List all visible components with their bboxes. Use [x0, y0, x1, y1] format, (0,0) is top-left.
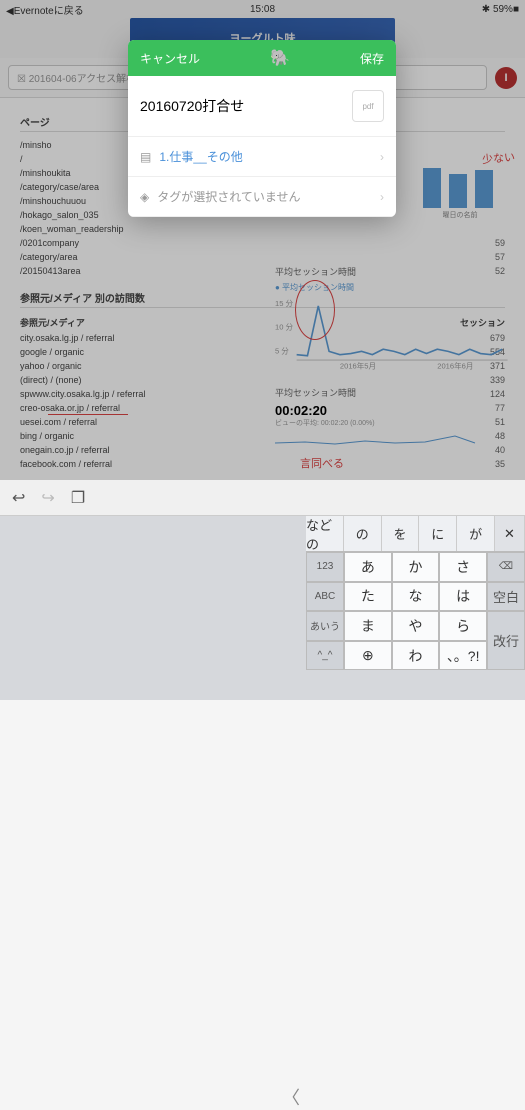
suggestion[interactable]: などの [306, 516, 344, 551]
keyboard-area: ↩ ↪ ❐ 〈 などの の を に が ✕ 123あかさ⌫ ABCたなは空白あいう… [0, 480, 525, 700]
key-kana[interactable]: や [392, 611, 440, 641]
key-kana[interactable]: わ [392, 641, 440, 671]
handwriting-arrow: 〈 [282, 1084, 300, 1110]
tags-placeholder: タグが選択されていません [157, 188, 300, 205]
suggestion[interactable]: を [382, 516, 420, 551]
key-func[interactable]: あいう [306, 611, 344, 641]
close-suggestions[interactable]: ✕ [495, 516, 525, 551]
note-title-row: pdf [128, 76, 396, 137]
key-func[interactable]: 空白 [487, 582, 525, 612]
key-kana[interactable]: 、。?! [439, 641, 487, 671]
redo-button[interactable]: ↪ [41, 488, 54, 508]
copy-button[interactable]: ❐ [71, 488, 85, 508]
suggestion-row: などの の を に が ✕ [306, 516, 525, 552]
key-kana[interactable]: は [439, 582, 487, 612]
chevron-right-icon: › [380, 190, 384, 204]
evernote-icon: 🐘 [270, 48, 290, 68]
notebook-name: 1.仕事__その他 [159, 148, 242, 165]
modal-header: キャンセル 🐘 保存 [128, 40, 396, 76]
key-kana[interactable]: ら [439, 611, 487, 641]
save-modal: キャンセル 🐘 保存 pdf ▤ 1.仕事__その他 › ◈ タグが選択されてい… [128, 40, 396, 217]
key-func[interactable]: 改行 [487, 611, 525, 670]
undo-button[interactable]: ↩ [12, 488, 25, 508]
key-func[interactable]: 123 [306, 552, 344, 582]
cancel-button[interactable]: キャンセル [140, 50, 200, 67]
suggestion[interactable]: の [344, 516, 382, 551]
key-kana[interactable]: か [392, 552, 440, 582]
key-kana[interactable]: な [392, 582, 440, 612]
chevron-right-icon: › [380, 150, 384, 164]
note-title-input[interactable] [140, 98, 352, 114]
save-button[interactable]: 保存 [360, 50, 384, 67]
key-kana[interactable]: た [344, 582, 392, 612]
suggestion[interactable]: が [457, 516, 495, 551]
key-func[interactable]: ^_^ [306, 641, 344, 671]
key-kana[interactable]: ま [344, 611, 392, 641]
notebook-row[interactable]: ▤ 1.仕事__その他 › [128, 137, 396, 177]
handwriting-area[interactable]: 〈 [0, 516, 306, 700]
suggestion[interactable]: に [419, 516, 457, 551]
tags-row[interactable]: ◈ タグが選択されていません › [128, 177, 396, 217]
key-func[interactable]: ⌫ [487, 552, 525, 582]
tag-icon: ◈ [140, 190, 149, 204]
kana-keyboard: などの の を に が ✕ 123あかさ⌫ ABCたなは空白あいうまやら改行 ^_^… [306, 516, 525, 700]
key-kana[interactable]: さ [439, 552, 487, 582]
pdf-badge[interactable]: pdf [352, 90, 384, 122]
key-kana[interactable]: あ [344, 552, 392, 582]
edit-toolbar: ↩ ↪ ❐ [0, 480, 525, 516]
notebook-icon: ▤ [140, 150, 151, 164]
key-func[interactable]: ABC [306, 582, 344, 612]
key-kana[interactable]: ⊕ [344, 641, 392, 671]
